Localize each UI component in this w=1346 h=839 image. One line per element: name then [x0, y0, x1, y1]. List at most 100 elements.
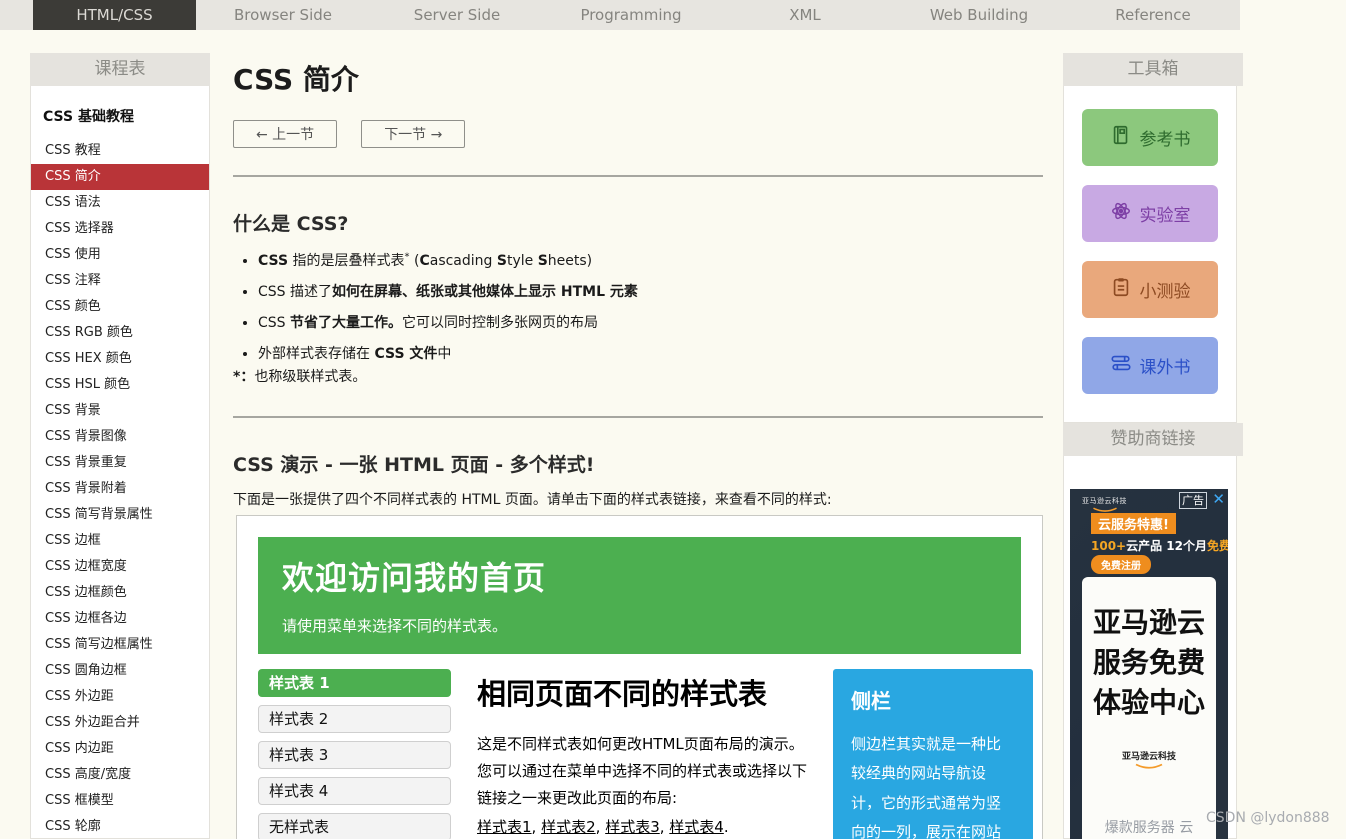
sidebar-item[interactable]: CSS 圆角边框 — [31, 658, 209, 684]
footnote-text: 也称级联样式表。 — [254, 369, 366, 385]
sidebar-item[interactable]: CSS 背景重复 — [31, 450, 209, 476]
demo-section-heading: CSS 演示 - 一张 HTML 页面 - 多个样式! — [233, 450, 594, 477]
tool-button-label: 实验室 — [1140, 201, 1191, 226]
sidebar-item[interactable]: CSS 背景图像 — [31, 424, 209, 450]
footnote-marker: *： — [233, 369, 254, 385]
sidebar-item[interactable]: CSS 注释 — [31, 268, 209, 294]
demo-style-link[interactable]: 样式表2 — [541, 818, 596, 836]
ad-promo-badge: 云服务特惠! — [1091, 513, 1176, 534]
demo-menu: 样式表 1 样式表 2 样式表 3 样式表 4 无样式表 — [258, 669, 451, 839]
demo-sidebar: 侧栏 侧边栏其实就是一种比较经典的网站导航设计，它的形式通常为竖向的一列，展示在… — [833, 669, 1033, 839]
ad-brand-logo-bottom: 亚马逊云科技 — [1082, 749, 1216, 770]
what-is-css-heading: 什么是 CSS? — [233, 209, 348, 236]
demo-sidebar-text: 侧边栏其实就是一种比较经典的网站导航设计，它的形式通常为竖向的一列，展示在网站的… — [851, 730, 1015, 839]
bullet-item: CSS 描述了如何在屏幕、纸张或其他媒体上显示 HTML 元素 — [258, 281, 1038, 301]
ad-card-line: 亚马逊云 — [1082, 603, 1216, 643]
course-panel: CSS 基础教程 CSS 教程CSS 简介CSS 语法CSS 选择器CSS 使用… — [30, 86, 210, 839]
sidebar-item[interactable]: CSS HSL 颜色 — [31, 372, 209, 398]
tool-button-label: 参考书 — [1140, 125, 1191, 150]
course-section-heading: CSS 基础教程 — [31, 86, 209, 138]
sidebar-item[interactable]: CSS 使用 — [31, 242, 209, 268]
books-icon — [1110, 352, 1132, 379]
bullet-item: CSS 节省了大量工作。它可以同时控制多张网页的布局 — [258, 312, 1038, 332]
ad-badge-label: 广告 — [1179, 492, 1207, 509]
sidebar-item[interactable]: CSS 边框颜色 — [31, 580, 209, 606]
demo-menu-button[interactable]: 无样式表 — [258, 813, 451, 839]
demo-banner-subtitle: 请使用菜单来选择不同的样式表。 — [282, 615, 997, 636]
what-is-css-list: CSS 指的是层叠样式表* (Cascading Style Sheets) CS… — [258, 250, 1038, 374]
nav-tab-5[interactable]: XML — [718, 0, 892, 30]
sidebar-item[interactable]: CSS 轮廓 — [31, 814, 209, 839]
quiz-button[interactable]: 小测验 — [1082, 261, 1218, 318]
course-list: CSS 教程CSS 简介CSS 语法CSS 选择器CSS 使用CSS 注释CSS… — [31, 138, 209, 839]
sidebar-item[interactable]: CSS 边框 — [31, 528, 209, 554]
sponsor-ad[interactable]: 亚马逊云科技 广告 ✕ 云服务特惠! 100+云产品 12个月免费 免费注册 亚… — [1070, 489, 1228, 839]
demo-sidebar-heading: 侧栏 — [851, 685, 1015, 714]
sidebar-item[interactable]: CSS 外边距合并 — [31, 710, 209, 736]
divider — [233, 175, 1043, 177]
tool-button-label: 课外书 — [1140, 353, 1191, 378]
demo-style-link[interactable]: 样式表3 — [605, 818, 660, 836]
nav-tab-4[interactable]: Programming — [544, 0, 718, 30]
ad-signup-button[interactable]: 免费注册 — [1091, 555, 1151, 574]
nav-tab-3[interactable]: Server Side — [370, 0, 544, 30]
sidebar-item[interactable]: CSS 边框宽度 — [31, 554, 209, 580]
page: HTML/CSSBrowser SideServer SideProgrammi… — [0, 0, 1346, 839]
sidebar-item[interactable]: CSS 选择器 — [31, 216, 209, 242]
sidebar-item[interactable]: CSS 语法 — [31, 190, 209, 216]
sidebar-item[interactable]: CSS RGB 颜色 — [31, 320, 209, 346]
ad-close-icon[interactable]: ✕ — [1212, 490, 1225, 508]
sidebar-item[interactable]: CSS 简介 — [31, 164, 209, 190]
sidebar-item[interactable]: CSS 框模型 — [31, 788, 209, 814]
demo-intro-text: 下面是一张提供了四个不同样式表的 HTML 页面。请单击下面的样式表链接，来查看… — [233, 489, 832, 509]
ad-brand-logo: 亚马逊云科技 — [1082, 496, 1127, 513]
nav-tab-6[interactable]: Web Building — [892, 0, 1066, 30]
demo-menu-button[interactable]: 样式表 4 — [258, 777, 451, 805]
toolbox-title: 工具箱 — [1063, 53, 1243, 86]
sidebar-item[interactable]: CSS 简写边框属性 — [31, 632, 209, 658]
sidebar-item[interactable]: CSS 背景 — [31, 398, 209, 424]
sidebar-item[interactable]: CSS 高度/宽度 — [31, 762, 209, 788]
demo-banner-title: 欢迎访问我的首页 — [282, 553, 997, 599]
nav-tabs: HTML/CSSBrowser SideServer SideProgrammi… — [0, 0, 1240, 30]
ad-footer-text: 爆款服务器 云 — [1082, 817, 1216, 837]
demo-menu-button[interactable]: 样式表 2 — [258, 705, 451, 733]
sidebar-item[interactable]: CSS 内边距 — [31, 736, 209, 762]
ad-card-line: 体验中心 — [1082, 683, 1216, 723]
sidebar-item[interactable]: CSS 教程 — [31, 138, 209, 164]
amazon-smile-icon — [1134, 763, 1164, 770]
lab-button[interactable]: 实验室 — [1082, 185, 1218, 242]
demo-banner: 欢迎访问我的首页 请使用菜单来选择不同的样式表。 — [258, 537, 1021, 654]
extracurricular-book-button[interactable]: 课外书 — [1082, 337, 1218, 394]
demo-style-link[interactable]: 样式表4 — [669, 818, 724, 836]
next-section-button[interactable]: 下一节 → — [361, 120, 465, 148]
nav-tab-2[interactable]: Browser Side — [196, 0, 370, 30]
nav-tab-1[interactable]: HTML/CSS — [33, 0, 196, 30]
page-title: CSS 简介 — [233, 58, 359, 98]
ad-offer-text: 100+云产品 12个月免费 — [1091, 537, 1228, 554]
sidebar-item[interactable]: CSS 颜色 — [31, 294, 209, 320]
sidebar-item[interactable]: CSS 边框各边 — [31, 606, 209, 632]
ad-card-lines: 亚马逊云服务免费体验中心 — [1082, 603, 1216, 723]
sidebar-item[interactable]: CSS HEX 颜色 — [31, 346, 209, 372]
book-icon — [1110, 124, 1132, 151]
demo-menu-button[interactable]: 样式表 1 — [258, 669, 451, 697]
demo-style-link[interactable]: 样式表1 — [477, 818, 532, 836]
prev-section-button[interactable]: ← 上一节 — [233, 120, 337, 148]
tool-button-label: 小测验 — [1140, 277, 1191, 302]
clipboard-icon — [1110, 276, 1132, 303]
sidebar-item[interactable]: CSS 背景附着 — [31, 476, 209, 502]
divider — [233, 416, 1043, 418]
sidebar-item[interactable]: CSS 简写背景属性 — [31, 502, 209, 528]
pager: ← 上一节 下一节 → — [233, 120, 465, 148]
nav-tab-7[interactable]: Reference — [1066, 0, 1240, 30]
sidebar-item[interactable]: CSS 外边距 — [31, 684, 209, 710]
bullet-item: CSS 指的是层叠样式表* (Cascading Style Sheets) — [258, 250, 1038, 270]
demo-menu-button[interactable]: 样式表 3 — [258, 741, 451, 769]
demo-frame: 欢迎访问我的首页 请使用菜单来选择不同的样式表。 样式表 1 样式表 2 样式表 3… — [236, 515, 1043, 839]
reference-book-button[interactable]: 参考书 — [1082, 109, 1218, 166]
demo-content-text: 这是不同样式表如何更改HTML页面布局的演示。您可以通过在菜单中选择不同的样式表… — [477, 731, 813, 812]
demo-body: 样式表 1样式表 2样式表 3样式表 4无样式表 相同页面不同的样式表 这是不同… — [258, 669, 1021, 839]
sponsor-title: 赞助商链接 — [1063, 423, 1243, 456]
bullet-item: 外部样式表存储在 CSS 文件中 — [258, 343, 1038, 363]
